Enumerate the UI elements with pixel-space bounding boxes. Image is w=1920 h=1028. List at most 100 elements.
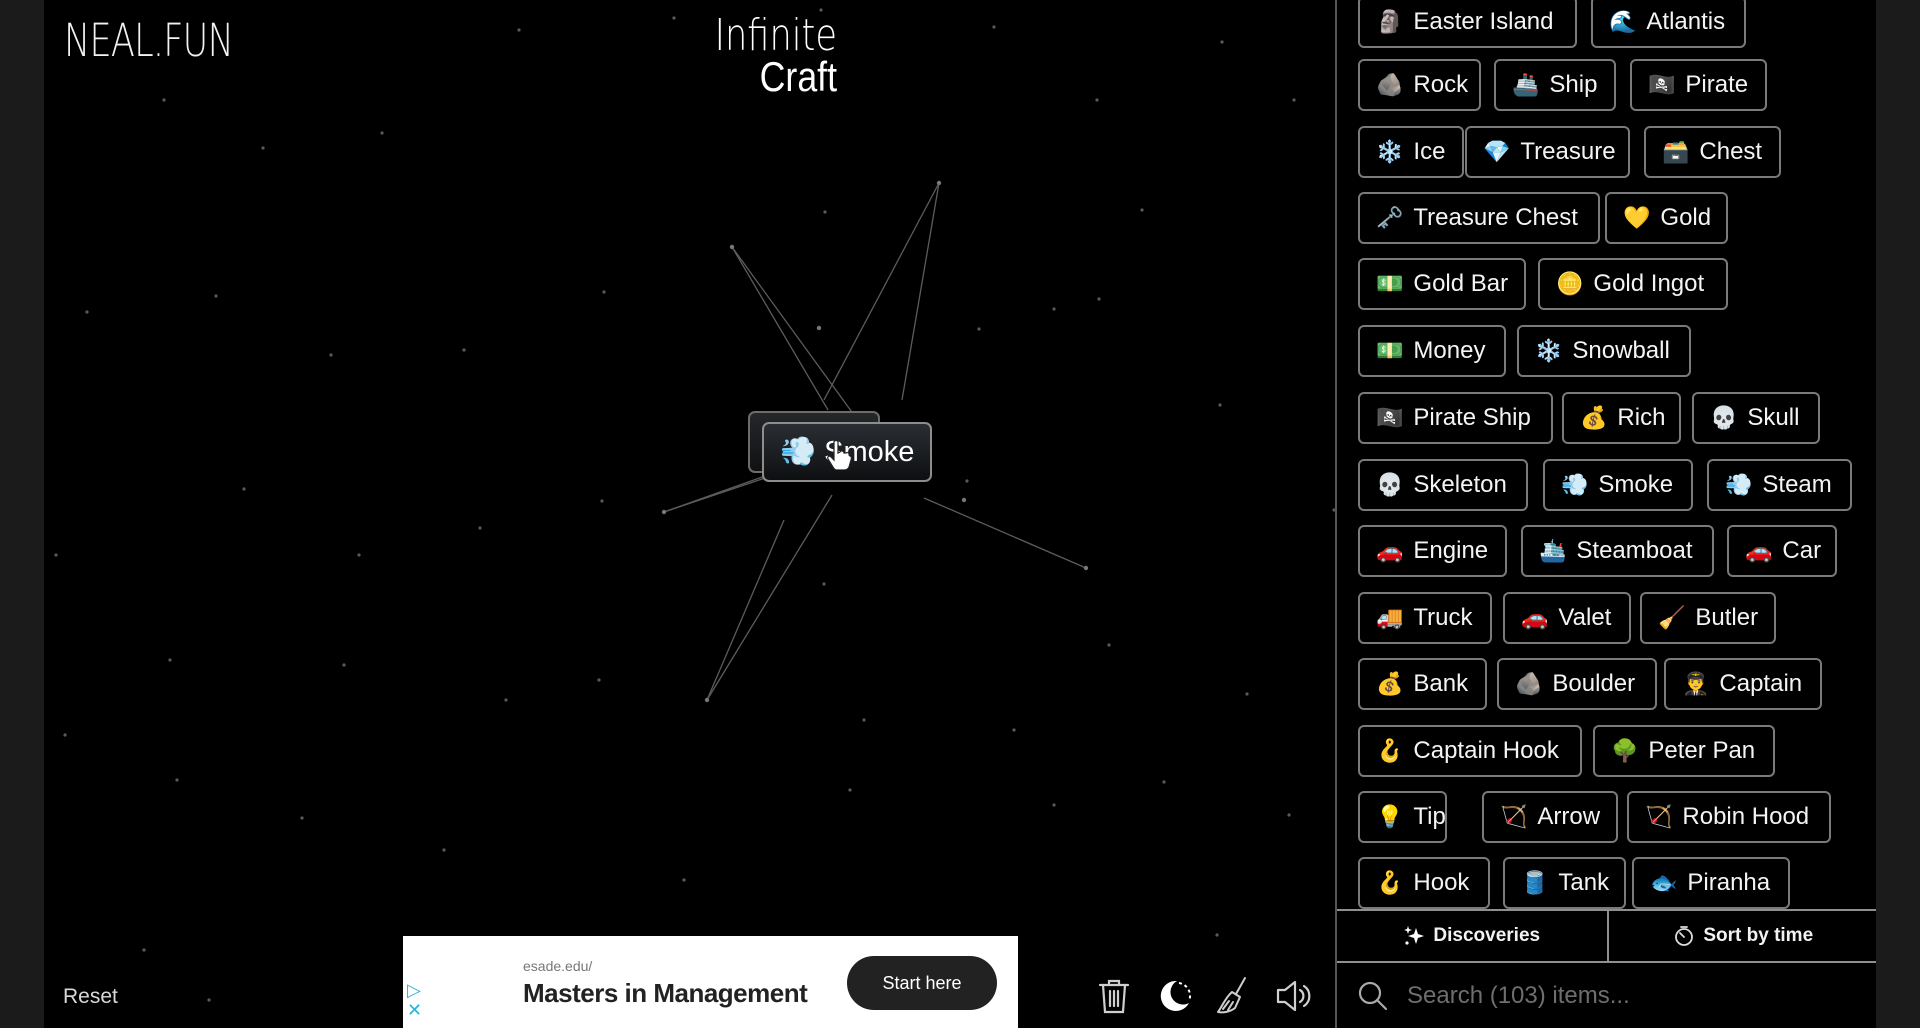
sidebar-item-money[interactable]: 💵 Money [1358,325,1506,377]
ad-choices[interactable]: ▷ ✕ [407,980,422,1020]
infinite-craft-title: Infinite Craft [684,14,837,98]
sidebar-item-gold-bar[interactable]: 💵 Gold Bar [1358,258,1526,310]
sidebar-item-robin-hood[interactable]: 🏹 Robin Hood [1627,791,1831,843]
broom-icon [1217,977,1246,1014]
ad-play-icon[interactable]: ▷ [407,980,422,1000]
dark-mode-toggle[interactable] [1154,975,1194,1017]
sidebar-item-chest[interactable]: 🗃️ Chest [1644,126,1781,178]
dark-mode-icon [1160,980,1192,1011]
sidebar-item-easter-island[interactable]: 🗿 Easter Island [1358,0,1577,48]
ad-close-icon[interactable]: ✕ [407,1000,422,1020]
trash-button[interactable] [1094,975,1134,1017]
star-node [1083,565,1089,571]
sort-by-time-button[interactable]: Sort by time [1606,911,1877,961]
item-label: Piranha [1687,869,1771,896]
sidebar-item-treasure-chest[interactable]: 🗝️ Treasure Chest [1358,192,1600,244]
craft-canvas[interactable]: NEAL.FUN Infinite Craft 💨 Smoke Reset ▷ … [44,0,1335,1028]
advertisement-banner[interactable]: ▷ ✕ esade.edu/ Masters in Management Sta… [403,936,1018,1028]
item-label: Hook [1413,869,1470,896]
ice-emoji-icon: ❄️ [1376,139,1404,165]
item-label: Money [1413,337,1486,364]
item-label: Gold [1660,204,1712,231]
sidebar-item-pirate[interactable]: 🏴‍☠️ Pirate [1630,59,1767,111]
captain-emoji-icon: 👨‍✈️ [1682,671,1710,697]
item-label: Pirate [1685,71,1749,98]
item-label: Bank [1413,670,1469,697]
item-label: Arrow [1537,803,1601,830]
sidebar-item-ship[interactable]: 🚢 Ship [1494,59,1616,111]
sidebar-item-skeleton[interactable]: 💀 Skeleton [1358,459,1528,511]
easter-island-emoji-icon: 🗿 [1376,9,1404,35]
butler-emoji-icon: 🧹 [1658,605,1686,631]
stopwatch-icon [1675,926,1694,946]
sidebar-item-rich[interactable]: 💰 Rich [1562,392,1681,444]
sidebar-item-steamboat[interactable]: 🛳️ Steamboat [1521,525,1714,577]
item-label: Tip [1413,803,1446,830]
toolbar [1094,975,1314,1017]
smoke-emoji-icon: 💨 [1561,472,1589,498]
steamboat-emoji-icon: 🛳️ [1539,538,1567,564]
bank-emoji-icon: 💰 [1376,671,1404,697]
item-label: Smoke [1598,471,1674,498]
sidebar-item-car[interactable]: 🚗 Car [1727,525,1837,577]
sidebar-item-pirate-ship[interactable]: 🏴‍☠️ Pirate Ship [1358,392,1553,444]
sidebar-item-truck[interactable]: 🚚 Truck [1358,592,1492,644]
sidebar-item-snowball[interactable]: ❄️ Snowball [1517,325,1691,377]
sidebar-item-butler[interactable]: 🧹 Butler [1640,592,1776,644]
item-label: Pirate Ship [1413,404,1531,431]
gold-emoji-icon: 💛 [1623,205,1651,231]
ad-headline[interactable]: Masters in Management [523,978,808,1009]
sidebar-item-treasure[interactable]: 💎 Treasure [1465,126,1630,178]
sidebar-item-engine[interactable]: 🚗 Engine [1358,525,1507,577]
sidebar-item-smoke[interactable]: 💨 Smoke [1543,459,1693,511]
item-label: Gold Ingot [1593,270,1705,297]
sound-toggle[interactable] [1274,975,1314,1017]
sidebar-item-steam[interactable]: 💨 Steam [1707,459,1852,511]
reset-button[interactable]: Reset [63,985,118,1009]
sidebar-item-rock[interactable]: 🪨 Rock [1358,59,1481,111]
chest-emoji-icon: 🗃️ [1662,139,1690,165]
sidebar-item-hook[interactable]: 🪝 Hook [1358,857,1490,909]
sidebar-controls: Discoveries Sort by time [1337,909,1876,963]
item-label: Steamboat [1576,537,1693,564]
sidebar-item-tank[interactable]: 🛢️ Tank [1503,857,1626,909]
constellation-line [731,246,863,427]
item-label: Rock [1413,71,1469,98]
pirate-emoji-icon: 🏴‍☠️ [1648,72,1676,98]
item-label: Peter Pan [1648,737,1756,764]
sidebar-item-boulder[interactable]: 🪨 Boulder [1497,658,1657,710]
sidebar-item-gold-ingot[interactable]: 🪙 Gold Ingot [1538,258,1728,310]
sidebar-item-captain[interactable]: 👨‍✈️ Captain [1664,658,1822,710]
star-node [936,180,942,186]
robin-hood-emoji-icon: 🏹 [1645,804,1673,830]
constellation-line [823,182,940,401]
truck-emoji-icon: 🚚 [1376,605,1404,631]
treasure-chest-emoji-icon: 🗝️ [1376,205,1404,231]
item-label: Treasure [1520,138,1616,165]
clear-canvas-button[interactable] [1214,975,1254,1017]
neal-fun-logo[interactable]: NEAL.FUN [64,14,234,67]
peter-pan-emoji-icon: 🌳 [1611,738,1639,764]
rock-emoji-icon: 🪨 [1376,72,1404,98]
gold-bar-emoji-icon: 💵 [1376,271,1404,297]
star-node [729,244,735,250]
ad-cta-button[interactable]: Start here [847,956,997,1010]
sidebar-item-captain-hook[interactable]: 🪝 Captain Hook [1358,725,1582,777]
item-label: Boulder [1552,670,1636,697]
search-input[interactable] [1405,980,1849,1011]
items-list[interactable]: 🗿 Easter Island 🌊 Atlantis 🪨 Rock 🚢 Ship 🏴‍☠️ Pir… [1337,0,1876,909]
sidebar-item-valet[interactable]: 🚗 Valet [1503,592,1631,644]
item-label: Valet [1558,604,1612,631]
sidebar-item-gold[interactable]: 💛 Gold [1605,192,1728,244]
sidebar-item-piranha[interactable]: 🐟 Piranha [1632,857,1790,909]
sidebar-item-arrow[interactable]: 🏹 Arrow [1482,791,1618,843]
sidebar-item-skull[interactable]: 💀 Skull [1692,392,1820,444]
discoveries-button[interactable]: Discoveries [1337,911,1607,961]
item-label: Robin Hood [1682,803,1810,830]
sidebar-item-peter-pan[interactable]: 🌳 Peter Pan [1593,725,1775,777]
sidebar-item-atlantis[interactable]: 🌊 Atlantis [1591,0,1746,48]
sidebar-item-tip[interactable]: 💡 Tip [1358,791,1447,843]
sidebar-item-ice[interactable]: ❄️ Ice [1358,126,1464,178]
sidebar-item-bank[interactable]: 💰 Bank [1358,658,1487,710]
sort-label: Sort by time [1703,925,1814,946]
